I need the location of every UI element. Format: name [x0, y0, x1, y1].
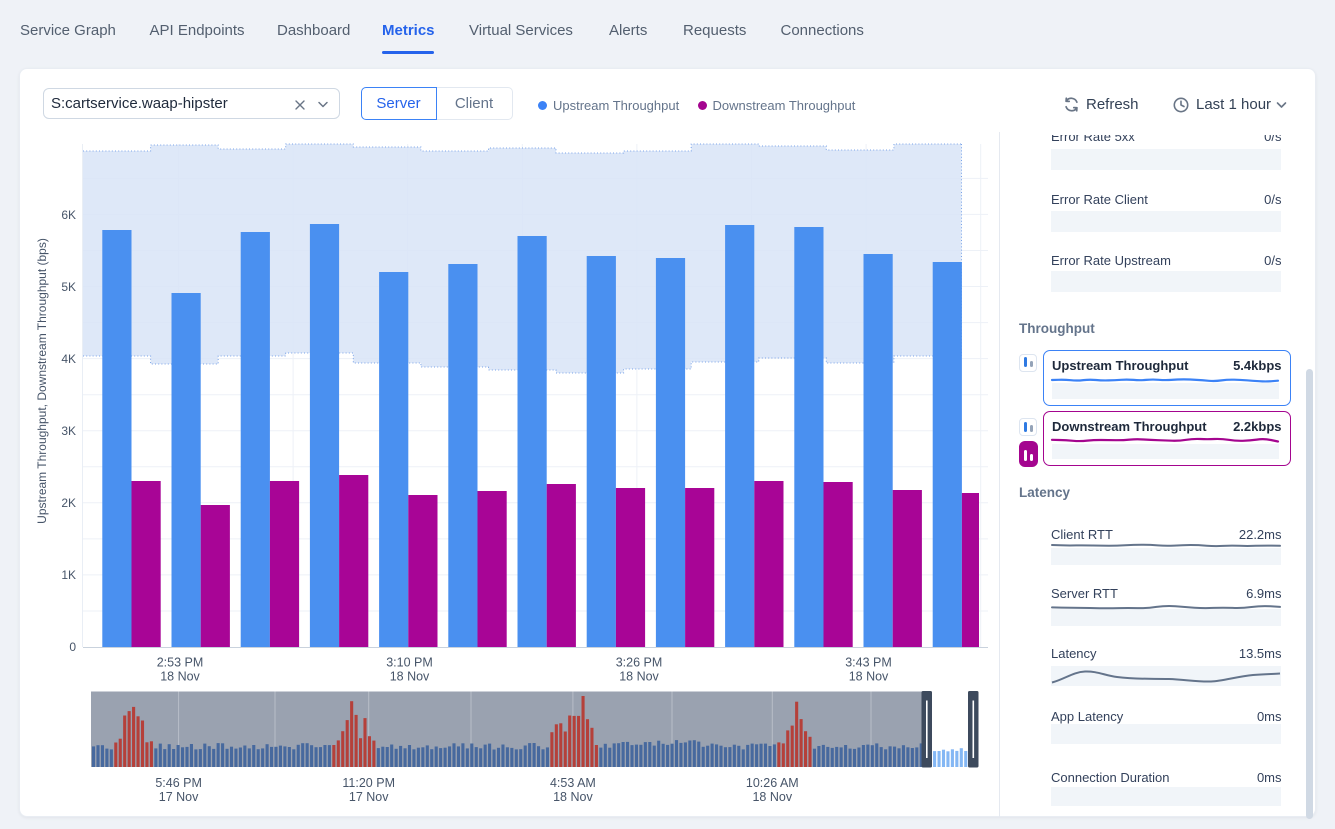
svg-text:3K: 3K: [61, 424, 76, 438]
svg-text:2K: 2K: [61, 496, 76, 510]
svg-text:18 Nov: 18 Nov: [752, 790, 792, 804]
svg-text:18 Nov: 18 Nov: [553, 790, 593, 804]
svg-text:5:46 PM: 5:46 PM: [155, 776, 202, 790]
svg-text:3:26 PM: 3:26 PM: [616, 656, 663, 670]
svg-text:10:26 AM: 10:26 AM: [746, 776, 799, 790]
svg-text:18 Nov: 18 Nov: [160, 670, 200, 684]
svg-text:1K: 1K: [61, 568, 76, 582]
svg-text:3:10 PM: 3:10 PM: [386, 656, 433, 670]
svg-text:5K: 5K: [61, 280, 76, 294]
svg-text:Upstream Throughput, Downstrea: Upstream Throughput, Downstream Throughp…: [35, 238, 49, 524]
svg-text:2:53 PM: 2:53 PM: [157, 656, 204, 670]
svg-text:17 Nov: 17 Nov: [349, 790, 389, 804]
svg-text:18 Nov: 18 Nov: [849, 670, 889, 684]
svg-text:0: 0: [69, 640, 76, 654]
svg-text:18 Nov: 18 Nov: [619, 670, 659, 684]
svg-text:4:53 AM: 4:53 AM: [550, 776, 596, 790]
svg-text:4K: 4K: [61, 352, 76, 366]
svg-text:11:20 PM: 11:20 PM: [342, 776, 395, 790]
svg-text:17 Nov: 17 Nov: [159, 790, 199, 804]
svg-text:3:43 PM: 3:43 PM: [845, 656, 892, 670]
svg-text:6K: 6K: [61, 208, 76, 222]
svg-text:18 Nov: 18 Nov: [390, 670, 430, 684]
